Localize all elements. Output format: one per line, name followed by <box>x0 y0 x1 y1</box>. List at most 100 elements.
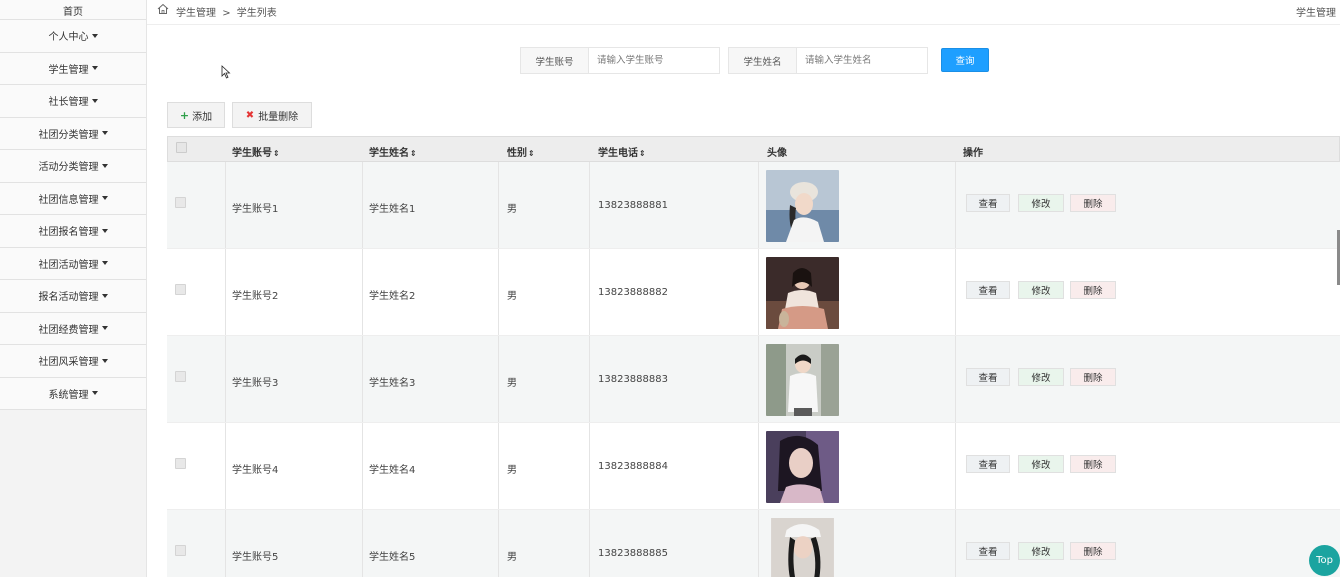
cell-account: 学生账号1 <box>232 204 279 215</box>
breadcrumb-parent[interactable]: 学生管理 <box>176 8 216 19</box>
edit-button[interactable]: 修改 <box>1018 368 1064 386</box>
query-button[interactable]: 查询 <box>941 48 989 72</box>
breadcrumb-separator: > <box>222 8 231 19</box>
column-header-ops: 操作 <box>963 148 983 159</box>
sidebar-item-club-funds[interactable]: 社团经费管理 <box>0 312 146 345</box>
sidebar-item-label: 报名活动管理 <box>38 292 99 304</box>
row-checkbox[interactable] <box>175 284 186 295</box>
sidebar-item-club-info[interactable]: 社团信息管理 <box>0 182 146 215</box>
table-row: 学生账号5 学生姓名5 男 13823888885 查看 修改 删除 <box>167 510 1340 577</box>
select-all-checkbox[interactable] <box>176 142 187 153</box>
edit-button[interactable]: 修改 <box>1018 281 1064 299</box>
caret-down-icon <box>91 391 98 396</box>
column-header-label: 学生电话 <box>598 148 638 159</box>
sidebar-item-activity-category[interactable]: 活动分类管理 <box>0 150 146 183</box>
row-checkbox[interactable] <box>175 458 186 469</box>
caret-down-icon <box>101 358 108 363</box>
column-header-account[interactable]: 学生账号⇕ <box>232 144 280 159</box>
view-button[interactable]: 查看 <box>966 368 1010 386</box>
edit-button[interactable]: 修改 <box>1018 455 1064 473</box>
close-icon: ✖ <box>245 109 255 121</box>
cell-name: 学生姓名2 <box>369 291 416 302</box>
sidebar-item-president-management[interactable]: 社长管理 <box>0 85 146 118</box>
cell-name: 学生姓名3 <box>369 378 416 389</box>
view-button[interactable]: 查看 <box>966 194 1010 212</box>
column-header-gender[interactable]: 性别⇕ <box>507 144 535 159</box>
sidebar-item-label: 活动分类管理 <box>38 162 99 174</box>
sidebar-item-home[interactable]: 首页 <box>0 0 146 20</box>
avatar <box>766 431 839 503</box>
table-row: 学生账号3 学生姓名3 男 13823888883 查看 修改 删除 <box>167 336 1340 423</box>
table-row: 学生账号2 学生姓名2 男 13823888882 查看 修改 删除 <box>167 249 1340 336</box>
cell-phone: 13823888883 <box>598 374 668 385</box>
breadcrumb-current: 学生列表 <box>236 8 277 19</box>
cell-name: 学生姓名4 <box>369 465 416 476</box>
batch-delete-label: 批量删除 <box>258 111 299 123</box>
row-checkbox[interactable] <box>175 545 186 556</box>
student-table: 学生账号⇕ 学生姓名⇕ 性别⇕ 学生电话⇕ 头像 操作 学生账号1 学生姓名1 … <box>167 136 1340 577</box>
delete-button[interactable]: 删除 <box>1070 542 1116 560</box>
account-search-input[interactable] <box>589 48 719 73</box>
delete-button[interactable]: 删除 <box>1070 194 1116 212</box>
sidebar-item-club-showcase[interactable]: 社团风采管理 <box>0 345 146 378</box>
header-title: 学生管理 <box>1296 8 1336 19</box>
delete-button[interactable]: 删除 <box>1070 368 1116 386</box>
sidebar-item-club-category[interactable]: 社团分类管理 <box>0 117 146 150</box>
view-button[interactable]: 查看 <box>966 455 1010 473</box>
sidebar-item-activity-signup[interactable]: 报名活动管理 <box>0 280 146 313</box>
cell-phone: 13823888882 <box>598 287 668 298</box>
add-button[interactable]: + 添加 <box>167 102 225 128</box>
sidebar-item-label: 系统管理 <box>48 389 89 401</box>
caret-down-icon <box>101 261 108 266</box>
cell-gender: 男 <box>507 204 517 215</box>
sidebar-item-personal-center[interactable]: 个人中心 <box>0 20 146 53</box>
caret-down-icon <box>101 293 108 298</box>
edit-button[interactable]: 修改 <box>1018 194 1064 212</box>
add-button-label: 添加 <box>192 111 213 123</box>
back-to-top-button[interactable]: Top <box>1309 545 1340 576</box>
cell-account: 学生账号4 <box>232 465 279 476</box>
view-button[interactable]: 查看 <box>966 542 1010 560</box>
name-search-input[interactable] <box>797 48 927 73</box>
edit-button[interactable]: 修改 <box>1018 542 1064 560</box>
breadcrumb: 学生管理 > 学生列表 <box>176 4 280 19</box>
caret-down-icon <box>101 163 108 168</box>
sidebar: 首页 个人中心 学生管理 社长管理 社团分类管理 活动分类管理 社团信息管理 社… <box>0 0 147 577</box>
sort-icon: ⇕ <box>410 149 417 158</box>
column-header-label: 性别 <box>507 148 527 159</box>
delete-button[interactable]: 删除 <box>1070 281 1116 299</box>
column-header-name[interactable]: 学生姓名⇕ <box>369 144 417 159</box>
delete-button[interactable]: 删除 <box>1070 455 1116 473</box>
sidebar-item-system[interactable]: 系统管理 <box>0 377 146 410</box>
name-search-label: 学生姓名 <box>729 48 797 73</box>
row-checkbox[interactable] <box>175 197 186 208</box>
avatar <box>766 257 839 329</box>
cell-phone: 13823888885 <box>598 548 668 559</box>
app-root: 首页 个人中心 学生管理 社长管理 社团分类管理 活动分类管理 社团信息管理 社… <box>0 0 1340 577</box>
caret-down-icon <box>101 196 108 201</box>
batch-delete-button[interactable]: ✖ 批量删除 <box>232 102 312 128</box>
cell-phone: 13823888884 <box>598 461 668 472</box>
cell-name: 学生姓名5 <box>369 552 416 563</box>
caret-down-icon <box>101 131 108 136</box>
table-row: 学生账号4 学生姓名4 男 13823888884 查看 修改 删除 <box>167 423 1340 510</box>
sidebar-item-club-signup[interactable]: 社团报名管理 <box>0 215 146 248</box>
sidebar-item-label: 社团活动管理 <box>38 259 99 271</box>
sidebar-item-club-activity[interactable]: 社团活动管理 <box>0 247 146 280</box>
sidebar-item-label: 社团风采管理 <box>38 357 99 369</box>
sidebar-item-label: 社长管理 <box>48 97 89 109</box>
table-header: 学生账号⇕ 学生姓名⇕ 性别⇕ 学生电话⇕ 头像 操作 <box>167 136 1340 162</box>
view-button[interactable]: 查看 <box>966 281 1010 299</box>
column-header-label: 学生账号 <box>232 148 272 159</box>
row-checkbox[interactable] <box>175 371 186 382</box>
sidebar-item-label: 社团信息管理 <box>38 194 99 206</box>
caret-down-icon <box>101 326 108 331</box>
caret-down-icon <box>101 228 108 233</box>
name-search-group: 学生姓名 <box>728 47 928 74</box>
column-header-phone[interactable]: 学生电话⇕ <box>598 144 646 159</box>
cell-name: 学生姓名1 <box>369 204 416 215</box>
sidebar-item-student-management[interactable]: 学生管理 <box>0 52 146 85</box>
sidebar-item-label: 社团报名管理 <box>38 227 99 239</box>
cell-account: 学生账号5 <box>232 552 279 563</box>
home-icon[interactable] <box>157 3 169 15</box>
